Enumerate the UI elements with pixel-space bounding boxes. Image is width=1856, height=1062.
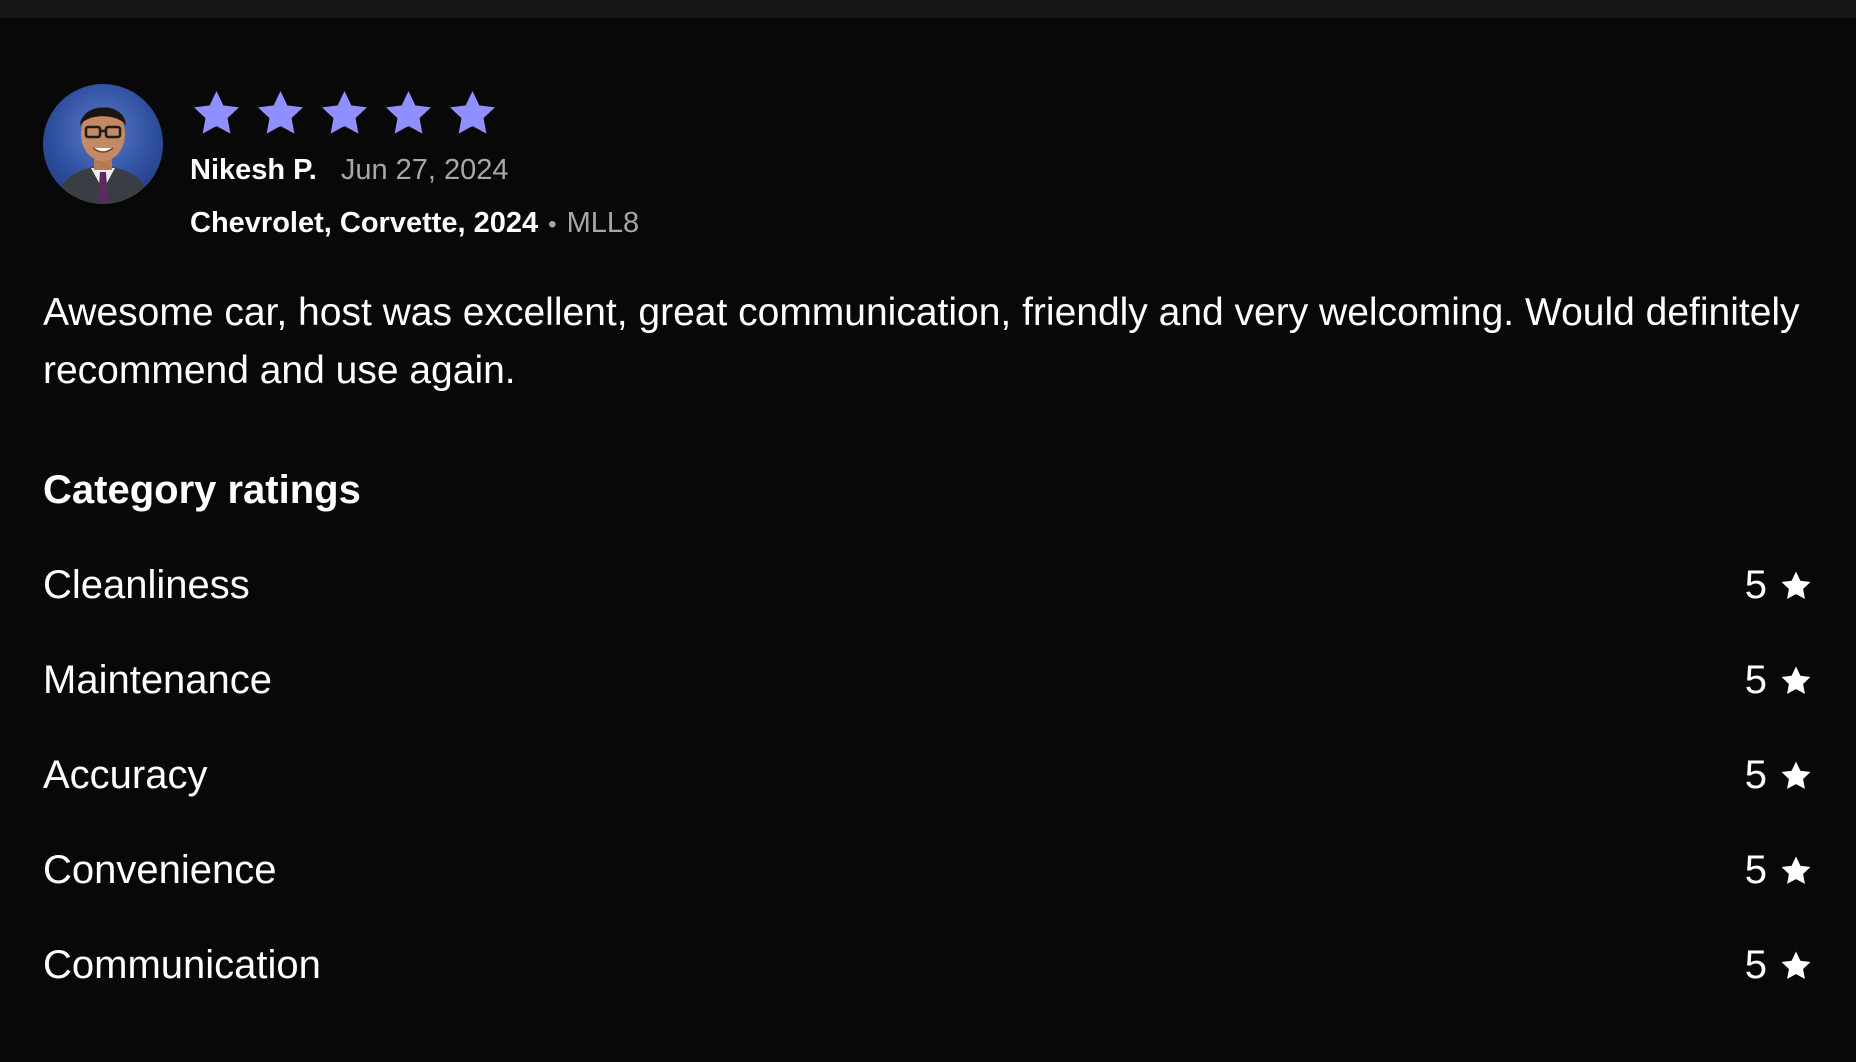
review-header: Nikesh P. Jun 27, 2024 Chevrolet, Corvet… bbox=[43, 84, 1813, 240]
rating-value: 5 bbox=[1744, 658, 1767, 702]
star-icon bbox=[318, 87, 371, 140]
rating-row-convenience: Convenience 5 bbox=[43, 823, 1813, 918]
separator-dot: • bbox=[548, 211, 557, 238]
rating-value-group: 5 bbox=[1745, 658, 1813, 703]
rating-label: Accuracy bbox=[43, 753, 208, 797]
rating-value-group: 5 bbox=[1745, 943, 1813, 988]
rating-value: 5 bbox=[1744, 753, 1767, 797]
review-text: Awesome car, host was excellent, great c… bbox=[43, 291, 1800, 392]
rating-label: Communication bbox=[43, 943, 321, 987]
review-date: Jun 27, 2024 bbox=[340, 154, 509, 186]
star-icon bbox=[446, 87, 499, 140]
vehicle-name[interactable]: Chevrolet, Corvette, 2024 bbox=[190, 207, 538, 240]
rating-label: Convenience bbox=[43, 848, 277, 892]
category-ratings-list: Cleanliness 5 Maintenance 5 Accuracy 5 C… bbox=[43, 538, 1813, 1013]
rating-value: 5 bbox=[1744, 848, 1767, 892]
rating-row-maintenance: Maintenance 5 bbox=[43, 633, 1813, 728]
avatar-portrait-icon bbox=[53, 107, 153, 204]
category-ratings-title: Category ratings bbox=[43, 468, 361, 512]
star-icon bbox=[1781, 951, 1811, 979]
star-icon bbox=[1781, 856, 1811, 884]
star-icon bbox=[1781, 666, 1811, 694]
overall-star-rating bbox=[190, 85, 639, 141]
star-icon bbox=[1781, 571, 1811, 599]
rating-value: 5 bbox=[1744, 943, 1767, 987]
star-icon bbox=[190, 87, 243, 140]
rating-label: Cleanliness bbox=[43, 563, 250, 607]
vehicle-info: Chevrolet, Corvette, 2024 • MLL8 bbox=[190, 207, 639, 240]
review-page: Nikesh P. Jun 27, 2024 Chevrolet, Corvet… bbox=[0, 0, 1856, 1062]
rating-value: 5 bbox=[1744, 563, 1767, 607]
reviewer-info: Nikesh P. Jun 27, 2024 bbox=[190, 154, 639, 187]
vehicle-plate: MLL8 bbox=[566, 207, 640, 239]
rating-value-group: 5 bbox=[1745, 563, 1813, 608]
rating-row-accuracy: Accuracy 5 bbox=[43, 728, 1813, 823]
star-icon bbox=[382, 87, 435, 140]
reviewer-name[interactable]: Nikesh P. bbox=[190, 154, 317, 187]
rating-value-group: 5 bbox=[1745, 848, 1813, 893]
review-card: Nikesh P. Jun 27, 2024 Chevrolet, Corvet… bbox=[43, 84, 1813, 1013]
review-meta: Nikesh P. Jun 27, 2024 Chevrolet, Corvet… bbox=[190, 84, 639, 240]
rating-value-group: 5 bbox=[1745, 753, 1813, 798]
rating-row-cleanliness: Cleanliness 5 bbox=[43, 538, 1813, 633]
star-icon bbox=[1781, 761, 1811, 789]
reviewer-avatar[interactable] bbox=[43, 84, 163, 204]
top-divider-strip bbox=[0, 0, 1856, 18]
rating-label: Maintenance bbox=[43, 658, 273, 702]
rating-row-communication: Communication 5 bbox=[43, 918, 1813, 1013]
star-icon bbox=[254, 87, 307, 140]
